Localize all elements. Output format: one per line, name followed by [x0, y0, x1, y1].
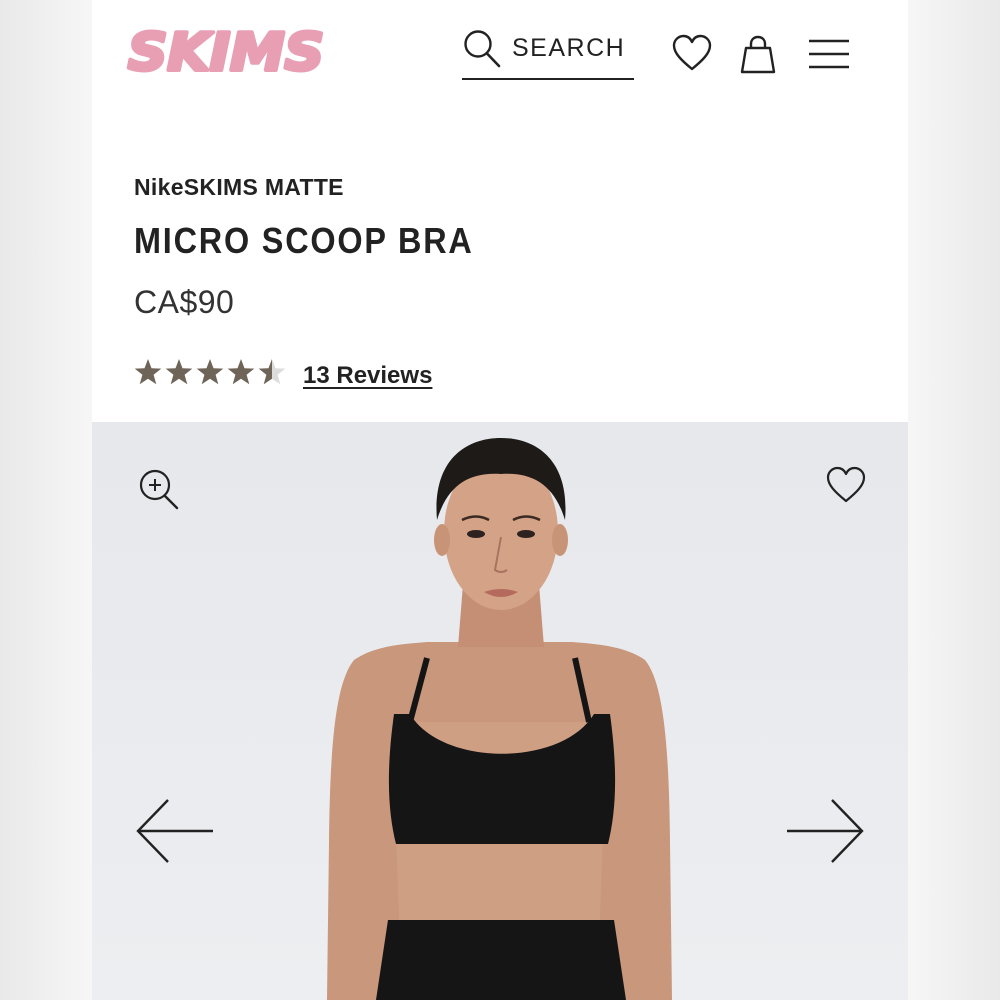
arrow-left-icon[interactable] [135, 796, 215, 866]
logo-text: SKIMS [128, 24, 324, 78]
star-icon [134, 359, 162, 385]
product-price: CA$90 [134, 284, 235, 320]
product-title: MICRO SCOOP BRA [134, 220, 474, 261]
star-icon [165, 359, 193, 385]
wishlist-heart-icon[interactable] [672, 34, 712, 72]
search-field[interactable]: SEARCH [462, 26, 634, 80]
hamburger-menu-icon[interactable] [808, 38, 850, 70]
product-photo [327, 438, 672, 1000]
half-star-icon [258, 359, 286, 385]
arrow-right-icon[interactable] [785, 796, 865, 866]
search-label: SEARCH [512, 34, 626, 62]
star-icon [196, 359, 224, 385]
product-info: NikeSKIMS MATTE MICRO SCOOP BRA CA$90 13… [92, 102, 908, 422]
shopping-bag-icon[interactable] [739, 34, 777, 74]
favorite-heart-icon[interactable] [825, 466, 867, 504]
search-icon [464, 30, 501, 68]
zoom-in-icon[interactable] [138, 468, 180, 510]
page-frame: SKIMS SEARCH NikeSKIMS MATTE MICRO SCOOP… [92, 0, 908, 1000]
skims-logo[interactable]: SKIMS [124, 24, 329, 78]
star-icon [227, 359, 255, 385]
product-brand: NikeSKIMS MATTE [134, 174, 344, 200]
site-header: SKIMS SEARCH [92, 0, 908, 103]
star-rating [134, 359, 286, 385]
reviews-link[interactable]: 13 Reviews [303, 362, 432, 390]
product-gallery [92, 422, 908, 1000]
